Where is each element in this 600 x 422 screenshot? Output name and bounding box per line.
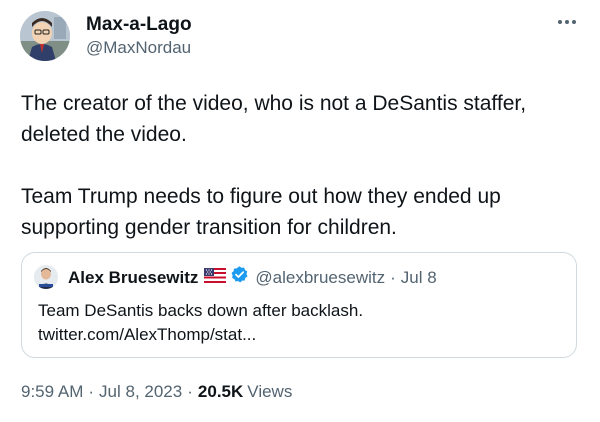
quoted-tweet-card[interactable]: Alex Bruesewitz @alexbruesewitz · Jul 8 … xyxy=(21,252,577,358)
views-count: 20.5K xyxy=(197,382,244,401)
author-avatar[interactable] xyxy=(20,11,70,61)
quoted-text-line: Team DeSantis backs down after backlash. xyxy=(38,301,364,320)
avatar-image xyxy=(20,11,70,61)
quoted-avatar-image xyxy=(34,265,58,289)
more-options-button[interactable] xyxy=(551,10,583,34)
tweet-metadata: 9:59 AM · Jul 8, 2023 · 20.5K Views xyxy=(21,381,292,403)
quoted-author-avatar xyxy=(34,265,58,289)
views-label: Views xyxy=(247,382,293,401)
quoted-tweet-date[interactable]: Jul 8 xyxy=(401,266,437,290)
separator-dot: · xyxy=(88,382,95,401)
more-horizontal-icon xyxy=(558,20,576,24)
quoted-tweet-text: Team DeSantis backs down after backlash.… xyxy=(38,299,558,347)
us-flag-icon xyxy=(204,266,227,290)
quoted-author-handle[interactable]: @alexbruesewitz xyxy=(255,266,385,290)
tweet-body: The creator of the video, who is not a D… xyxy=(21,88,581,243)
author-handle[interactable]: @MaxNordau xyxy=(86,38,191,58)
quoted-tweet-header: Alex Bruesewitz @alexbruesewitz · Jul 8 xyxy=(68,265,437,291)
tweet-paragraph: The creator of the video, who is not a D… xyxy=(21,92,527,146)
tweet-time[interactable]: 9:59 AM xyxy=(21,381,83,403)
author-display-name[interactable]: Max-a-Lago xyxy=(86,14,192,36)
separator-dot: · xyxy=(390,268,396,287)
tweet: Max-a-Lago @MaxNordau The creator of the… xyxy=(0,0,600,422)
quoted-author-name[interactable]: Alex Bruesewitz xyxy=(68,266,198,290)
tweet-date[interactable]: Jul 8, 2023 xyxy=(99,381,182,403)
tweet-paragraph: Team Trump needs to figure out how they … xyxy=(21,185,501,239)
quoted-link[interactable]: twitter.com/AlexThomp/stat... xyxy=(38,323,558,347)
separator-dot: · xyxy=(187,382,193,401)
verified-badge-icon xyxy=(230,265,249,291)
